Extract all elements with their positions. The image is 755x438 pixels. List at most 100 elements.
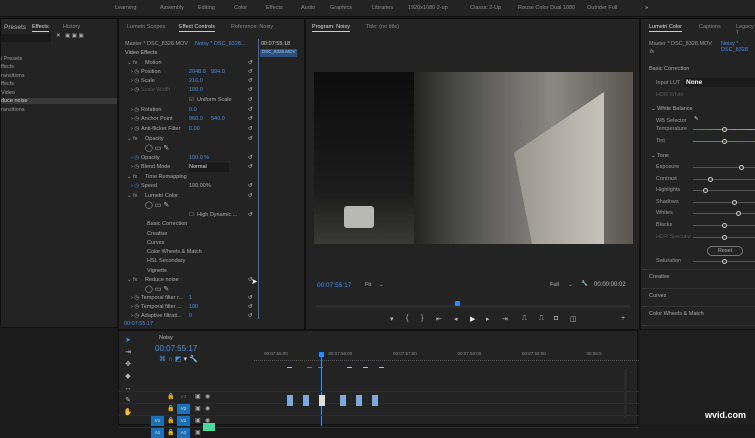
workspace-tab[interactable]: Outrider Full — [587, 5, 617, 11]
effect-row[interactable]: › ◷ Scale Width 100.0 ↺ — [119, 86, 304, 95]
fx-icon[interactable]: ⌄ fx — [127, 173, 137, 182]
mini-clip[interactable]: DSC_8328.MOV — [260, 49, 297, 57]
tab-lumetri-color[interactable]: Lumetri Color — [649, 24, 683, 32]
mute-icon[interactable]: ▣ — [195, 429, 201, 436]
workspace-tab[interactable]: Learning — [115, 5, 136, 11]
effect-row[interactable]: Curves — [119, 239, 304, 248]
slider-track[interactable] — [693, 223, 755, 228]
mask-tools-icons[interactable]: ◯ ▭ ✎ — [145, 285, 169, 293]
lumetri-section[interactable]: Color Wheels & Match — [649, 311, 704, 317]
effects-list-item[interactable]: duce noise — [1, 98, 117, 104]
tone-heading[interactable]: ⌄ Tone — [651, 153, 669, 159]
workspace-tab[interactable]: Effects — [266, 5, 283, 11]
reset-icon[interactable]: ↺ — [248, 294, 253, 303]
camera-icon[interactable]: ◘ — [554, 315, 558, 322]
slider-track[interactable] — [693, 165, 755, 170]
marker[interactable] — [379, 367, 384, 368]
workspace-tab[interactable]: Editing — [198, 5, 215, 11]
lock-icon[interactable]: 🔒 — [167, 417, 174, 424]
source-patch[interactable]: A1 — [151, 428, 164, 438]
slider-knob[interactable] — [735, 211, 741, 216]
property-value[interactable]: 1 — [189, 294, 192, 303]
property-value[interactable]: 100.0 — [189, 86, 203, 95]
reset-icon[interactable]: ↺ — [248, 303, 253, 312]
step-back-icon[interactable]: ◂ — [454, 315, 458, 323]
effect-row[interactable]: › ◷ Opacity 100.0 % ↺ — [119, 154, 304, 163]
workspace-tab[interactable]: Rouse Color Dual 1080 — [518, 5, 575, 11]
tab-effect-controls[interactable]: Effect Controls — [179, 24, 215, 32]
vertical-scrollbar[interactable] — [624, 369, 627, 419]
stopwatch-icon[interactable]: › ◷ — [131, 154, 139, 163]
effect-row[interactable]: › ◷ Rotation 0.0 ↺ — [119, 106, 304, 115]
lock-icon[interactable]: 🔒 — [167, 393, 174, 400]
eye-icon[interactable]: ◉ — [205, 405, 210, 412]
video-clip[interactable] — [303, 395, 309, 406]
tab-history[interactable]: History — [63, 24, 80, 30]
clear-icon[interactable]: ✕ — [56, 33, 61, 39]
video-clip[interactable] — [340, 395, 346, 406]
property-value[interactable]: 100 — [189, 303, 198, 312]
effect-row[interactable]: › ◷ Temporal filter ... 100 ↺ — [119, 303, 304, 312]
tab-captions[interactable]: Captions — [699, 24, 721, 30]
tab-reference[interactable]: Reference: Noisy — [231, 24, 273, 30]
lumetri-clip[interactable]: Noisy * DSC_8328 — [721, 41, 755, 53]
hand-icon[interactable]: ✋ — [120, 407, 136, 419]
marker[interactable] — [307, 367, 312, 368]
chevron-down-icon[interactable]: ⌄ — [568, 282, 573, 288]
tab-presets[interactable]: Presets — [4, 24, 26, 31]
reset-icon[interactable]: ↺ — [248, 68, 253, 77]
tab-effects[interactable]: Effects — [32, 24, 49, 32]
slip-icon[interactable]: ↔ — [120, 383, 136, 395]
selection-tool-icon[interactable]: ➤ — [120, 335, 136, 347]
folder-icons[interactable]: ▣ ▣ ▣ — [65, 33, 84, 39]
fx-icon[interactable]: ⌄ fx — [127, 135, 137, 144]
effect-row[interactable]: ⌄ fx Lumetri Color ↺ — [119, 192, 304, 201]
effect-row[interactable]: ⌄ fx Motion ↺ — [119, 59, 304, 68]
chevron-down-icon[interactable]: ⌄ — [379, 282, 384, 288]
effects-list-item[interactable]: i Presets — [1, 56, 117, 62]
slider-track[interactable] — [693, 211, 755, 216]
marker-icon[interactable]: ▾ — [390, 315, 394, 323]
property-value[interactable]: Normal — [189, 163, 229, 172]
effect-row[interactable]: ☑ Uniform Scale ↺ — [119, 96, 304, 105]
slider-knob[interactable] — [722, 235, 727, 240]
tab-program[interactable]: Program: Noisy — [312, 24, 350, 32]
workspace-tab[interactable]: Libraries — [372, 5, 393, 11]
slider-knob[interactable] — [722, 127, 727, 132]
effect-row[interactable]: › ◷ Scale 216.0 ↺ — [119, 77, 304, 86]
slider-track[interactable] — [693, 127, 755, 132]
white-balance-heading[interactable]: ⌄ White Balance — [651, 106, 693, 112]
slider-knob[interactable] — [739, 165, 745, 170]
reset-icon[interactable]: ↺ — [248, 135, 253, 144]
stopwatch-icon[interactable]: › ◷ — [131, 312, 139, 321]
play-icon[interactable]: ▶ — [470, 315, 475, 323]
effect-row[interactable]: ⌄ fx Reduce noise ↺ — [119, 276, 304, 285]
video-clip[interactable] — [356, 395, 362, 406]
toggle-output-icon[interactable]: ▣ — [195, 393, 201, 400]
property-value-2[interactable]: 540.0 — [211, 115, 225, 124]
go-to-in-icon[interactable]: ⇤ — [436, 315, 442, 323]
workspace-tab[interactable]: Classic 2-Up — [470, 5, 501, 11]
razor-icon[interactable]: ◆ — [120, 371, 136, 383]
reset-icon[interactable]: ↺ — [248, 106, 253, 115]
quality-dropdown[interactable]: Full — [550, 282, 559, 288]
more-workspaces-icon[interactable]: » — [645, 5, 648, 11]
reset-icon[interactable]: ↺ — [248, 182, 253, 191]
toggle-output-icon[interactable]: ▣ — [195, 405, 201, 412]
fx-icon[interactable]: fx — [650, 49, 654, 55]
effect-row[interactable]: Vignette — [119, 267, 304, 276]
effect-row[interactable]: › ◷ Blend Mode Normal ↺ — [119, 163, 304, 172]
effect-row[interactable]: Color Wheels & Match — [119, 248, 304, 257]
slider-knob[interactable] — [722, 223, 727, 228]
mark-out-icon[interactable]: } — [421, 315, 423, 322]
effects-list-item[interactable]: ransitions — [1, 107, 117, 113]
mask-tools-icons[interactable]: ◯ ▭ ✎ — [145, 201, 169, 209]
eyedropper-icon[interactable]: ✎ — [694, 116, 699, 122]
reset-icon[interactable]: ↺ — [248, 96, 253, 105]
stopwatch-icon[interactable]: › ◷ — [131, 163, 139, 172]
property-value[interactable]: 0.0 — [189, 106, 197, 115]
lock-icon[interactable]: 🔒 — [167, 405, 174, 412]
toggle-output-icon[interactable]: ▣ — [195, 417, 201, 424]
property-value[interactable]: 0 — [189, 312, 192, 321]
property-value[interactable]: 2048.0 — [189, 68, 206, 77]
